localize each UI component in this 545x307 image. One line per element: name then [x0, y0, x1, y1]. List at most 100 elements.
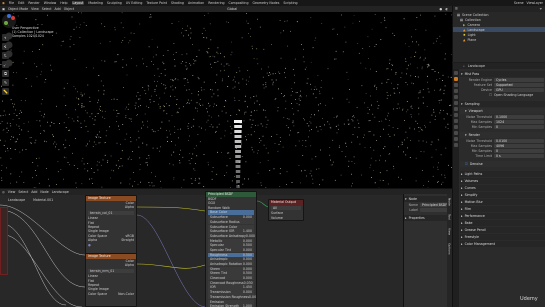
section-bake[interactable]: ▸ Bake — [460, 220, 545, 226]
target-selector[interactable]: All — [271, 206, 301, 211]
tab-compositing[interactable]: Compositing — [229, 1, 249, 5]
principled-bsdf-node[interactable]: Principled BSDF BSDF GGX Random Walk Base C… — [205, 191, 257, 307]
scene-tab-icon[interactable] — [454, 95, 458, 99]
output-tab-icon[interactable] — [454, 83, 458, 87]
menu-add[interactable]: Add — [31, 190, 37, 194]
render-min-samples-field[interactable]: 0 — [494, 148, 544, 153]
color-space-field[interactable]: Color Space Non-Color — [86, 292, 136, 296]
sidebar-tab-options[interactable]: Options — [448, 243, 452, 255]
render-tab-icon[interactable] — [454, 77, 458, 81]
menu-add[interactable]: Add — [55, 7, 61, 11]
image-texture-node[interactable]: Image Texture Color Alpha terrain_col_01… — [85, 195, 137, 257]
menu-render[interactable]: Render — [28, 1, 39, 5]
menu-help[interactable]: Help — [60, 1, 67, 5]
tool-tab-icon[interactable] — [454, 71, 458, 75]
section-performance[interactable]: ▸ Performance — [460, 213, 545, 219]
feature-set-field[interactable]: Supported — [494, 82, 544, 87]
outliner-row[interactable]: ▲ Plane — [453, 37, 545, 42]
tab-rendering[interactable]: Rendering — [208, 1, 224, 5]
sidebar-tab-node[interactable]: Node — [448, 198, 452, 206]
sidebar-tab-view[interactable]: View — [448, 228, 452, 235]
section-simplify[interactable]: ▸ Simplify — [460, 192, 545, 198]
physics-tab-icon[interactable] — [454, 125, 458, 129]
device-field[interactable]: GPU — [494, 87, 544, 92]
section-freestyle[interactable]: ▸ Freestyle — [460, 234, 545, 240]
tab-scripting[interactable]: Scripting — [283, 1, 297, 5]
3d-viewport[interactable]: User Perspective (1) Collection | Landsc… — [0, 12, 452, 188]
sidebar-tab-tool[interactable]: Tool — [448, 214, 452, 220]
section-film[interactable]: ▸ Film — [460, 206, 545, 212]
tab-layout[interactable]: Layout — [71, 1, 85, 5]
menu-view[interactable]: View — [8, 190, 16, 194]
node-label-field[interactable] — [420, 207, 450, 212]
transform-orientation[interactable]: Global — [227, 7, 237, 11]
measure-tool-icon[interactable]: 📏 — [2, 88, 9, 95]
outliner-editor-icon[interactable]: ☰ — [455, 7, 458, 11]
menu-node[interactable]: Node — [40, 190, 48, 194]
section-header[interactable]: ▾ Sampling — [460, 101, 545, 107]
view-layer-selector[interactable]: ViewLayer — [527, 1, 543, 5]
data-tab-icon[interactable] — [454, 137, 458, 141]
shader-editor[interactable]: ◎ View Select Add Node Landscape Landsca… — [0, 188, 452, 307]
menu-file[interactable]: File — [9, 1, 14, 5]
mode-selector[interactable]: Object Mode — [8, 7, 28, 11]
scene-selector[interactable]: Scene — [514, 1, 524, 5]
time-limit-field[interactable]: 0 s — [494, 153, 544, 158]
viewport-noise-threshold-field[interactable]: 0.1000 — [494, 114, 544, 119]
annotate-tool-icon[interactable]: ✎ — [2, 79, 9, 86]
material-output-node[interactable]: Material Output All Surface Volume — [268, 199, 304, 221]
tab-geometry-nodes[interactable]: Geometry Nodes — [252, 1, 279, 5]
render-engine-field[interactable]: Cycles — [494, 77, 544, 82]
checkbox-checked-icon[interactable]: ☑ — [465, 162, 468, 166]
tab-animation[interactable]: Animation — [188, 1, 204, 5]
world-tab-icon[interactable] — [454, 101, 458, 105]
editor-type-icon[interactable]: ▣ — [2, 7, 5, 11]
node-name-field[interactable]: Principled BSDF — [420, 202, 450, 207]
subsection-header[interactable]: ☑ Denoise — [460, 161, 545, 167]
tab-uv-editing[interactable]: UV Editing — [126, 1, 143, 5]
input-volume[interactable]: Volume — [269, 216, 303, 220]
node-editor-type-icon[interactable]: ◎ — [2, 190, 5, 194]
shading-rendered-icon[interactable]: ◐ — [445, 7, 452, 11]
menu-select[interactable]: Select — [42, 7, 52, 11]
modifier-tab-icon[interactable] — [454, 113, 458, 117]
image-selector[interactable]: terrain_nrm_01 — [88, 268, 134, 274]
section-motion-blur[interactable]: ▸ Motion Blur — [460, 199, 545, 205]
normal-texture-node[interactable]: Image Texture Color Alpha terrain_nrm_01… — [85, 253, 137, 307]
tab-shading[interactable]: Shading — [171, 1, 184, 5]
menu-object[interactable]: Object — [64, 7, 74, 11]
viewport-min-samples-field[interactable]: 0 — [494, 124, 544, 129]
section-color-management[interactable]: ▸ Color Management — [460, 241, 545, 247]
section-curves[interactable]: ▸ Curves — [460, 185, 545, 191]
checkbox-icon[interactable]: ☐ — [460, 93, 494, 97]
tab-sculpting[interactable]: Sculpting — [107, 1, 122, 5]
menu-select[interactable]: Select — [18, 190, 28, 194]
properties-search-icon[interactable]: ⌕ — [463, 64, 465, 68]
outliner-filter-icon[interactable]: ⏷ — [539, 7, 545, 11]
shading-solid-icon[interactable]: ● — [439, 7, 442, 11]
navigation-gizmo[interactable] — [0, 12, 18, 74]
frame-node[interactable] — [0, 207, 8, 275]
vector-input[interactable]: ● — [86, 243, 136, 247]
image-selector[interactable]: terrain_col_01 — [88, 210, 134, 216]
render-max-samples-field[interactable]: 4096 — [494, 143, 544, 148]
section-volumes[interactable]: ▸ Volumes — [460, 178, 545, 184]
menu-window[interactable]: Window — [44, 1, 57, 5]
tab-texture-paint[interactable]: Texture Paint — [146, 1, 167, 5]
section-light-paths[interactable]: ▸ Light Paths — [460, 171, 545, 177]
viewport-max-samples-field[interactable]: 1024 — [494, 119, 544, 124]
particles-tab-icon[interactable] — [454, 119, 458, 123]
tab-modeling[interactable]: Modeling — [88, 1, 103, 5]
menu-edit[interactable]: Edit — [18, 1, 24, 5]
menu-view[interactable]: View — [31, 7, 39, 11]
object-tab-icon[interactable] — [454, 107, 458, 111]
material-tab-icon[interactable] — [454, 143, 458, 147]
section-grease-pencil[interactable]: ▸ Grease Pencil — [460, 227, 545, 233]
properties-section-header[interactable]: ▸ Properties — [404, 215, 452, 221]
output-alpha[interactable]: Alpha — [86, 263, 136, 267]
object-name[interactable]: Landscape — [52, 190, 69, 194]
constraints-tab-icon[interactable] — [454, 131, 458, 135]
view-layer-tab-icon[interactable] — [454, 89, 458, 93]
output-alpha[interactable]: Alpha — [86, 205, 136, 209]
blender-logo-icon[interactable]: ◉ — [2, 1, 5, 5]
